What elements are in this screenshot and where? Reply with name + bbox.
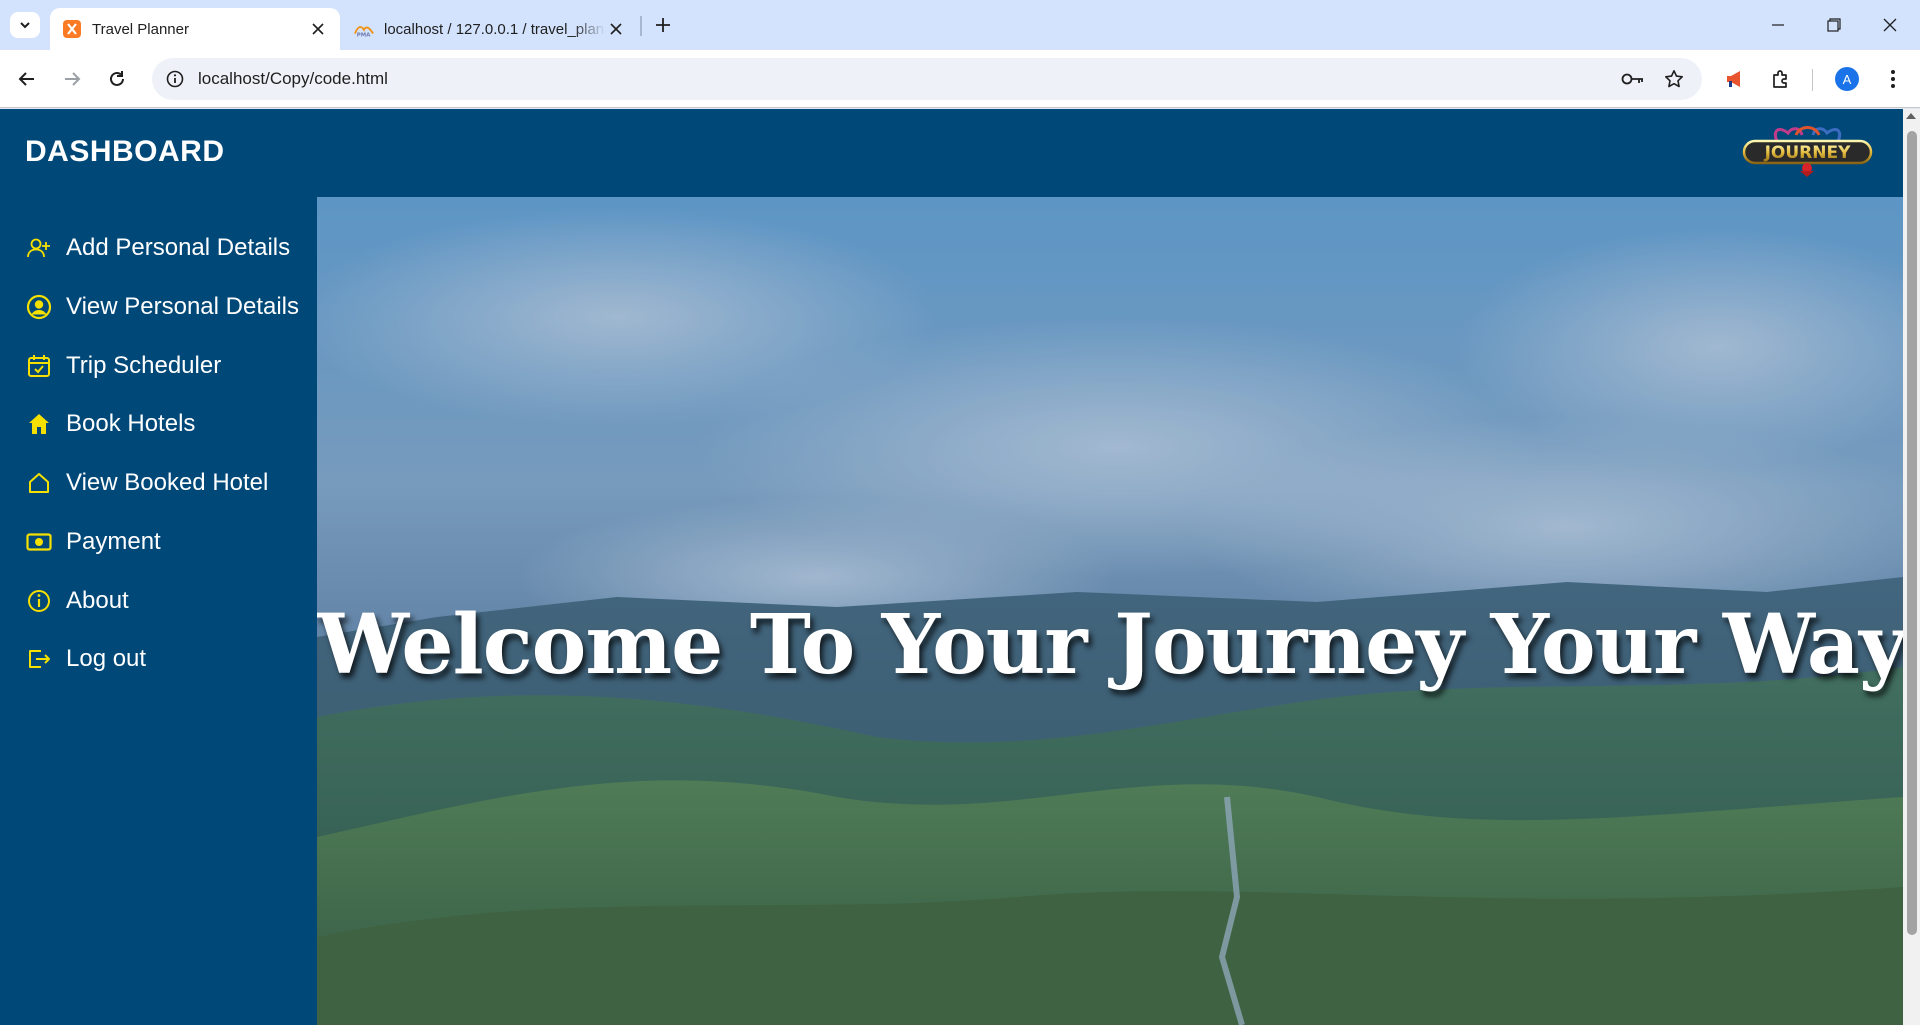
- tab-phpmyadmin[interactable]: PMA localhost / 127.0.0.1 / travel_plann…: [342, 8, 638, 50]
- scrollbar-thumb[interactable]: [1907, 131, 1917, 935]
- phpmyadmin-icon: PMA: [354, 19, 374, 39]
- close-icon: [1883, 18, 1897, 32]
- sidebar-item-view-booked-hotel[interactable]: View Booked Hotel: [0, 459, 317, 507]
- hero-banner: Welcome To Your Journey Your Way: [317, 197, 1903, 1025]
- sidebar-item-book-hotels[interactable]: Book Hotels: [0, 400, 317, 448]
- restore-button[interactable]: [1814, 10, 1854, 40]
- user-plus-icon: [26, 235, 52, 261]
- minimize-button[interactable]: [1758, 10, 1798, 40]
- tab-search-button[interactable]: [10, 12, 40, 38]
- journey-logo[interactable]: JOURNEY: [1740, 121, 1875, 177]
- reload-icon: [110, 71, 124, 86]
- welcome-heading: Welcome To Your Journey Your Way: [317, 597, 1903, 693]
- sidebar-item-log-out[interactable]: Log out: [0, 635, 317, 683]
- svg-text:JOURNEY: JOURNEY: [1764, 143, 1852, 163]
- svg-text:PMA: PMA: [357, 32, 371, 38]
- toolbar-divider: [1812, 69, 1813, 91]
- sidebar-item-label: About: [66, 587, 129, 614]
- url-text[interactable]: localhost/Copy/code.html: [198, 69, 388, 89]
- info-icon[interactable]: [166, 70, 184, 88]
- arrow-right-icon: [65, 72, 81, 86]
- plus-icon: [656, 18, 670, 32]
- money-icon: [26, 529, 52, 555]
- minimize-icon: [1772, 24, 1784, 26]
- home-filled-icon: [26, 411, 52, 437]
- xampp-icon: [62, 19, 82, 39]
- password-key-icon[interactable]: [1618, 64, 1648, 94]
- dashboard-header: DASHBOARD JOURNEY: [0, 109, 1903, 197]
- tab-divider: [640, 16, 642, 36]
- sidebar: Add Personal Details View Personal Detai…: [0, 197, 317, 1025]
- restore-icon: [1827, 18, 1841, 32]
- dashboard-title: DASHBOARD: [25, 135, 225, 168]
- browser-menu-button[interactable]: [1878, 64, 1908, 94]
- info-icon: [26, 588, 52, 614]
- close-tab-icon[interactable]: [308, 19, 328, 39]
- tab-title: Travel Planner: [92, 20, 189, 38]
- sidebar-item-about[interactable]: About: [0, 577, 317, 625]
- chevron-down-icon: [20, 22, 30, 29]
- tab-travel-planner[interactable]: Travel Planner: [50, 8, 340, 50]
- close-window-button[interactable]: [1870, 10, 1910, 40]
- calendar-check-icon: [26, 353, 52, 379]
- kebab-menu-icon: [1891, 70, 1895, 88]
- sidebar-item-add-personal-details[interactable]: Add Personal Details: [0, 224, 317, 272]
- sidebar-item-label: View Booked Hotel: [66, 469, 269, 496]
- sidebar-item-label: Log out: [66, 645, 147, 672]
- sidebar-item-label: Trip Scheduler: [66, 352, 222, 379]
- home-outline-icon: [26, 470, 52, 496]
- tab-title: localhost / 127.0.0.1 / travel_planner: [384, 20, 606, 38]
- forward-button[interactable]: [57, 64, 87, 94]
- sidebar-item-label: Add Personal Details: [66, 234, 291, 261]
- logout-icon: [26, 646, 52, 672]
- arrow-left-icon: [18, 72, 34, 86]
- reload-button[interactable]: [102, 64, 132, 94]
- scroll-up-arrow-icon[interactable]: [1906, 113, 1916, 119]
- sidebar-item-trip-scheduler[interactable]: Trip Scheduler: [0, 342, 317, 390]
- extensions-puzzle-icon[interactable]: [1766, 64, 1796, 94]
- profile-avatar[interactable]: A: [1835, 67, 1859, 91]
- page-scrollbar[interactable]: [1903, 109, 1920, 1025]
- bookmark-star-icon[interactable]: [1659, 64, 1689, 94]
- browser-tabstrip: Travel Planner PMA localhost / 127.0.0.1…: [0, 0, 1920, 50]
- sidebar-item-label: Book Hotels: [66, 410, 196, 437]
- user-circle-icon: [26, 294, 52, 320]
- browser-toolbar: localhost/Copy/code.html A: [0, 50, 1920, 108]
- extension-megaphone-icon[interactable]: [1720, 64, 1750, 94]
- sidebar-item-payment[interactable]: Payment: [0, 518, 317, 566]
- page-viewport: DASHBOARD JOURNEY Add Personal Details V…: [0, 109, 1903, 1025]
- sidebar-item-label: Payment: [66, 528, 161, 555]
- sidebar-item-view-personal-details[interactable]: View Personal Details: [0, 283, 317, 331]
- close-tab-icon[interactable]: [606, 19, 626, 39]
- address-bar[interactable]: localhost/Copy/code.html: [152, 58, 1702, 100]
- sidebar-item-label: View Personal Details: [66, 293, 300, 320]
- new-tab-button[interactable]: [650, 12, 676, 38]
- back-button[interactable]: [12, 64, 42, 94]
